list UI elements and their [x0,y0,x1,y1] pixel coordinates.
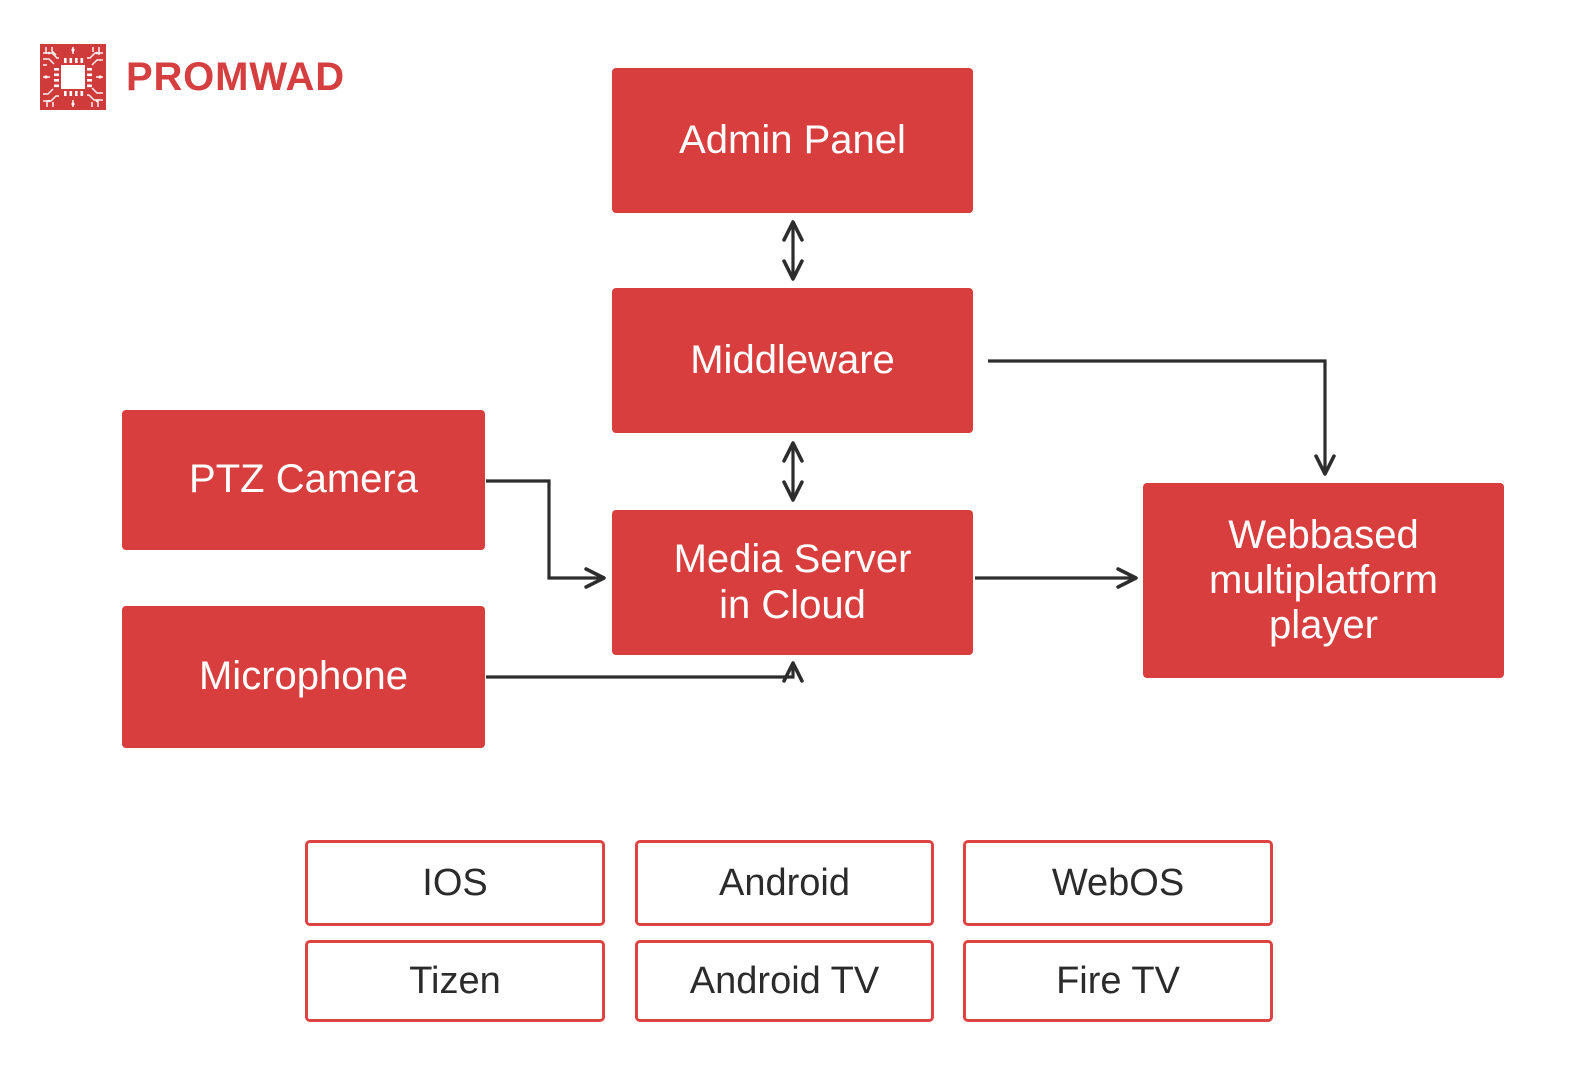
node-media-server-label-line2: in Cloud [719,582,866,627]
platform-chip-webos[interactable]: WebOS [963,840,1273,926]
node-ptz-camera-label: PTZ Camera [189,457,418,502]
node-admin-panel[interactable]: Admin Panel [612,68,973,213]
node-webbased-player-label-line2: multiplatform [1209,557,1438,602]
node-media-server[interactable]: Media Server in Cloud [612,510,973,655]
platform-chip-ios[interactable]: IOS [305,840,605,926]
node-microphone-label: Microphone [198,654,408,699]
platform-chip-android[interactable]: Android [635,840,934,926]
platform-chip-tizen[interactable]: Tizen [305,940,605,1022]
connector-mic-media [486,661,804,683]
node-media-server-label-line1: Media Server [673,537,912,582]
pcb-chip-icon [40,44,106,110]
node-ptz-camera[interactable]: PTZ Camera [122,410,485,550]
node-webbased-player[interactable]: Webbased multiplatform player [1143,483,1504,678]
platform-chip-android-tv[interactable]: Android TV [635,940,934,1022]
connector-player-middleware [988,359,1336,476]
brand-logo: PROMWAD [40,44,345,110]
node-middleware[interactable]: Middleware [612,288,973,433]
node-admin-panel-label: Admin Panel [679,117,906,162]
node-webbased-player-label-line3: player [1269,603,1378,648]
node-webbased-player-label-line1: Webbased [1228,512,1419,557]
node-middleware-label: Middleware [690,337,895,382]
diagram-canvas: PROMWAD Admin Panel Middleware Media Ser… [0,0,1580,1078]
node-microphone[interactable]: Microphone [122,606,485,748]
platform-chip-fire-tv[interactable]: Fire TV [963,940,1273,1022]
connector-ptz-media [486,479,606,589]
brand-name: PROMWAD [126,55,345,99]
